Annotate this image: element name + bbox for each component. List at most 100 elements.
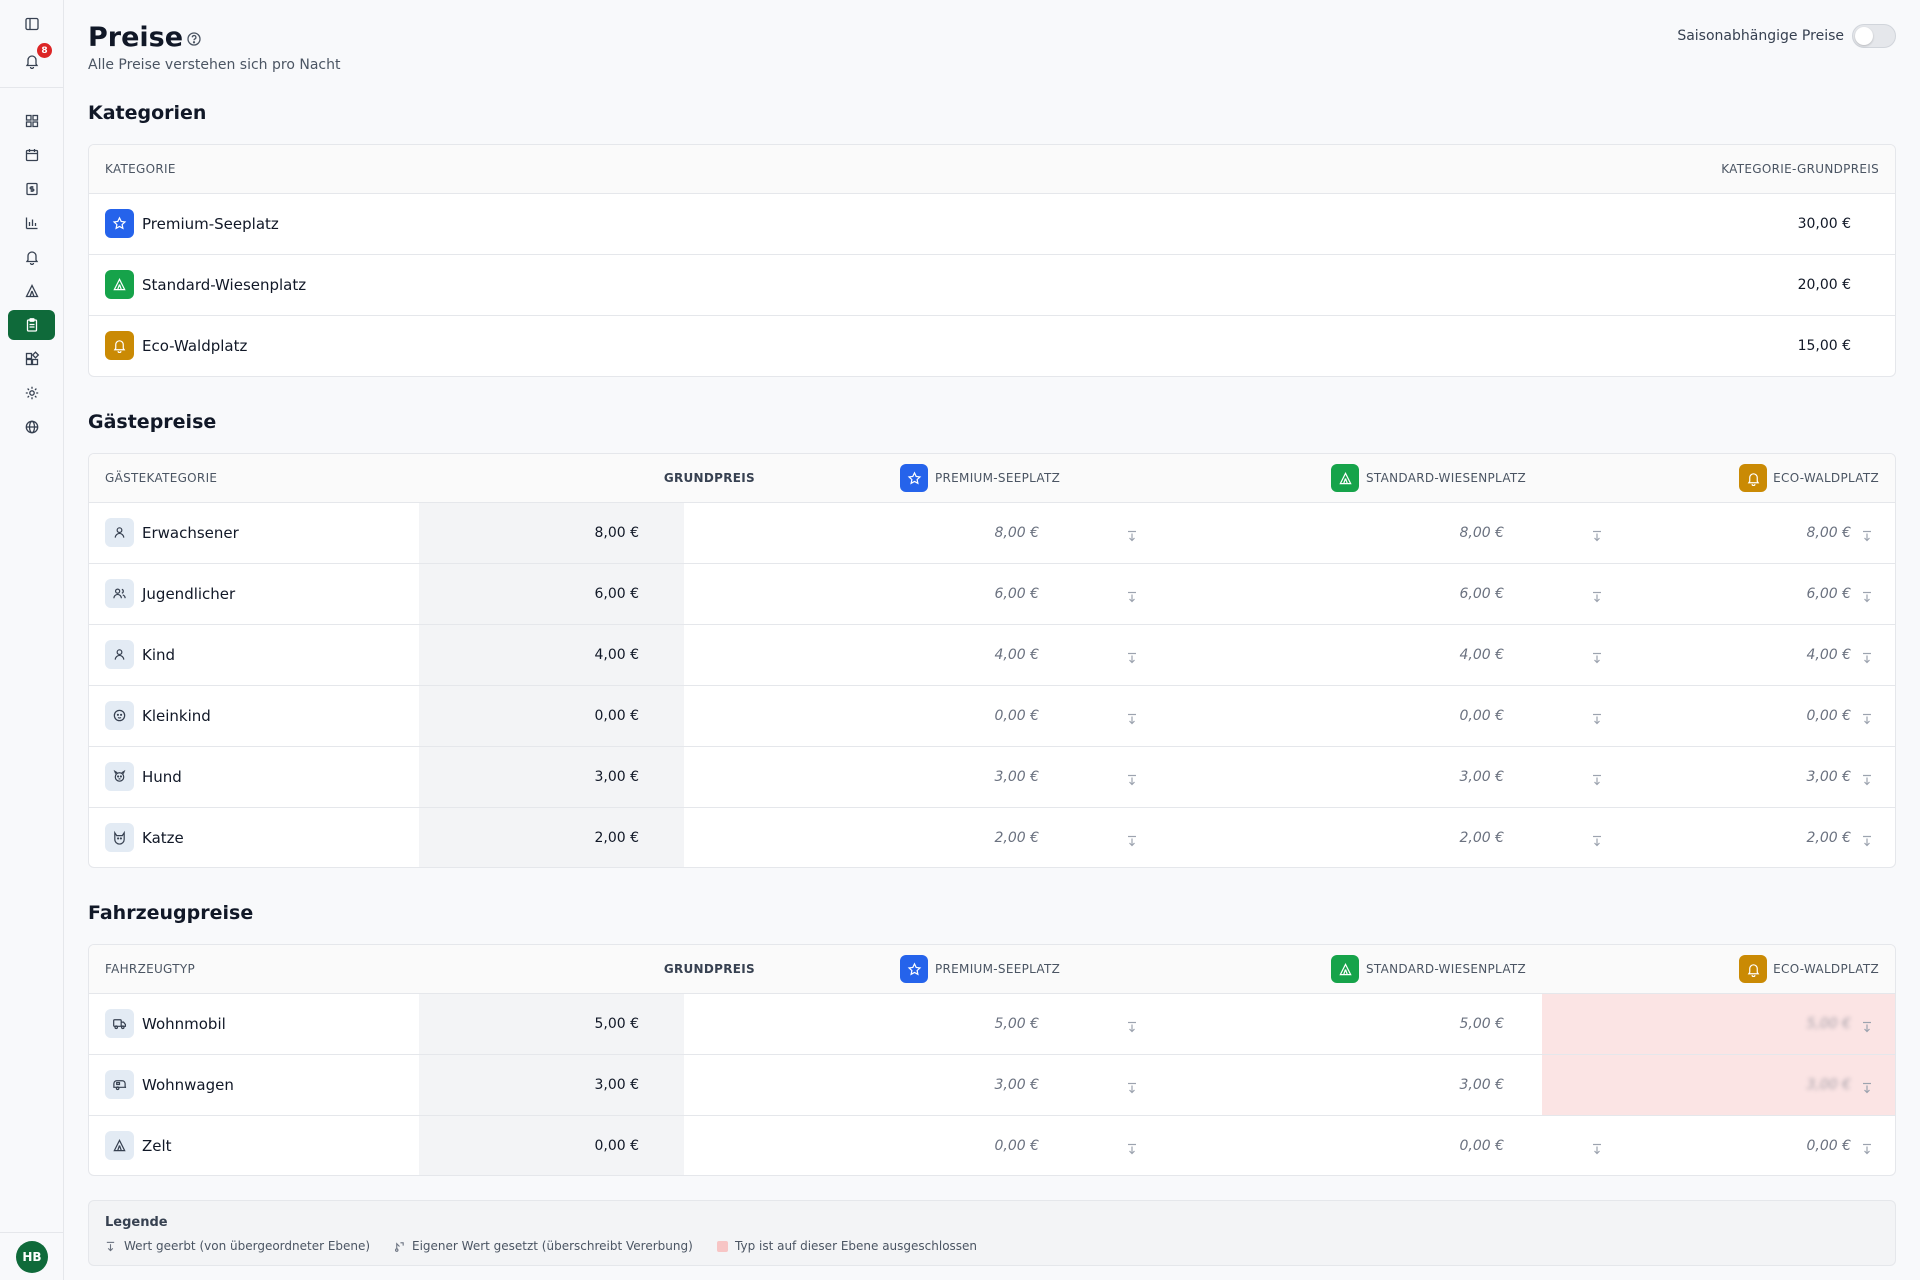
inherited-icon <box>1126 1140 1138 1155</box>
inherited-icon <box>1861 832 1873 847</box>
sidebar-item-pitches[interactable] <box>8 276 55 306</box>
table-row[interactable]: Premium-Seeplatz 30,00 € <box>89 193 1895 254</box>
bell-icon <box>105 331 134 360</box>
base-price-cell[interactable]: 6,00 € <box>419 564 684 624</box>
table-header: FAHRZEUGTYP GRUNDPREIS PREMIUM-SEEPLATZ … <box>89 945 1895 993</box>
premium-price-value[interactable]: 0,00 € <box>994 686 1039 746</box>
premium-price-value[interactable]: 0,00 € <box>994 1116 1039 1175</box>
sidebar-item-calendar[interactable] <box>8 140 55 170</box>
standard-price-value[interactable]: 3,00 € <box>1459 1055 1504 1115</box>
premium-price-value[interactable]: 3,00 € <box>994 1055 1039 1115</box>
table-row[interactable]: Wohnwagen 3,00 € 3,00 € 3,00 € 3,00 € <box>89 1054 1895 1115</box>
base-price-value[interactable]: 3,00 € <box>594 747 639 807</box>
standard-price-value[interactable]: 6,00 € <box>1459 564 1504 624</box>
eco-price-value[interactable]: 8,00 € <box>1806 503 1851 563</box>
tent-icon <box>1331 955 1359 983</box>
eco-price-value[interactable]: 2,00 € <box>1806 808 1851 867</box>
base-price-cell[interactable]: 3,00 € <box>419 747 684 807</box>
premium-price-value[interactable]: 4,00 € <box>994 625 1039 685</box>
standard-price-value[interactable]: 4,00 € <box>1459 625 1504 685</box>
base-price-value[interactable]: 6,00 € <box>594 564 639 624</box>
category-price[interactable]: 20,00 € <box>1798 255 1851 315</box>
table-row[interactable]: Wohnmobil 5,00 € 5,00 € 5,00 € 5,00 € <box>89 993 1895 1054</box>
base-price-value[interactable]: 0,00 € <box>594 686 639 746</box>
guest-prices-table: GÄSTEKATEGORIE GRUNDPREIS PREMIUM-SEEPLA… <box>88 453 1896 868</box>
sidebar-item-language[interactable] <box>8 412 55 442</box>
row-name: Erwachsener <box>142 524 239 542</box>
row-name: Kleinkind <box>142 707 211 725</box>
base-price-value[interactable]: 8,00 € <box>594 503 639 563</box>
avatar[interactable]: HB <box>16 1241 48 1273</box>
standard-price-value[interactable]: 2,00 € <box>1459 808 1504 867</box>
column-header-eco: ECO-WALDPLATZ <box>1773 962 1879 976</box>
base-price-value[interactable]: 4,00 € <box>594 625 639 685</box>
page-subtitle: Alle Preise verstehen sich pro Nacht <box>88 57 341 73</box>
table-row[interactable]: Jugendlicher 6,00 € 6,00 € 6,00 € 6,00 € <box>89 563 1895 624</box>
base-price-cell[interactable]: 0,00 € <box>419 686 684 746</box>
sidebar-item-dashboard[interactable] <box>8 106 55 136</box>
base-price-cell[interactable]: 4,00 € <box>419 625 684 685</box>
row-name: Katze <box>142 829 184 847</box>
inherited-icon <box>1591 1140 1603 1155</box>
eco-price-value[interactable]: 0,00 € <box>1806 686 1851 746</box>
table-row[interactable]: Erwachsener 8,00 € 8,00 € 8,00 € 8,00 € <box>89 502 1895 563</box>
category-price[interactable]: 30,00 € <box>1798 194 1851 254</box>
table-header: KATEGORIE KATEGORIE-GRUNDPREIS <box>89 145 1895 193</box>
base-price-value[interactable]: 2,00 € <box>594 808 639 867</box>
category-price[interactable]: 15,00 € <box>1798 316 1851 376</box>
premium-price-value[interactable]: 3,00 € <box>994 747 1039 807</box>
standard-price-value[interactable]: 8,00 € <box>1459 503 1504 563</box>
base-price-value[interactable]: 0,00 € <box>594 1116 639 1175</box>
sidebar-item-alerts[interactable] <box>8 242 55 272</box>
tent-icon <box>105 270 134 299</box>
sidebar-item-reports[interactable] <box>8 208 55 238</box>
base-price-cell[interactable]: 3,00 € <box>419 1055 684 1115</box>
help-icon[interactable] <box>186 31 202 47</box>
category-name: Eco-Waldplatz <box>142 337 248 355</box>
base-price-cell[interactable]: 5,00 € <box>419 994 684 1054</box>
invoice-icon <box>25 182 38 196</box>
standard-price-value[interactable]: 5,00 € <box>1459 994 1504 1054</box>
sidebar-item-settings[interactable] <box>8 378 55 408</box>
row-name: Wohnmobil <box>142 1015 226 1033</box>
inherited-icon <box>106 1241 115 1252</box>
sidebar-item-modules[interactable] <box>8 344 55 374</box>
sidebar-item-prices[interactable] <box>8 310 55 340</box>
eco-price-value[interactable]: 0,00 € <box>1806 1116 1851 1175</box>
standard-price-value[interactable]: 0,00 € <box>1459 1116 1504 1175</box>
table-row[interactable]: Standard-Wiesenplatz 20,00 € <box>89 254 1895 315</box>
base-price-cell[interactable]: 0,00 € <box>419 1116 684 1175</box>
standard-price-value[interactable]: 3,00 € <box>1459 747 1504 807</box>
excluded-cell[interactable]: 5,00 € <box>1542 994 1895 1054</box>
premium-price-value[interactable]: 8,00 € <box>994 503 1039 563</box>
table-row[interactable]: Zelt 0,00 € 0,00 € 0,00 € 0,00 € <box>89 1115 1895 1175</box>
base-price-cell[interactable]: 8,00 € <box>419 503 684 563</box>
legend: Legende Wert geerbt (von übergeordneter … <box>88 1200 1896 1266</box>
premium-price-value[interactable]: 6,00 € <box>994 564 1039 624</box>
eco-price-value: 3,00 € <box>1806 1077 1851 1093</box>
table-row[interactable]: Hund 3,00 € 3,00 € 3,00 € 3,00 € <box>89 746 1895 807</box>
base-price-value[interactable]: 5,00 € <box>594 994 639 1054</box>
premium-price-value[interactable]: 2,00 € <box>994 808 1039 867</box>
eco-price-value[interactable]: 4,00 € <box>1806 625 1851 685</box>
standard-price-value[interactable]: 0,00 € <box>1459 686 1504 746</box>
category-name: Standard-Wiesenplatz <box>142 276 307 294</box>
sidebar-toggle-icon <box>24 17 39 31</box>
modules-icon <box>25 351 39 366</box>
base-price-value[interactable]: 3,00 € <box>594 1055 639 1115</box>
table-row[interactable]: Katze 2,00 € 2,00 € 2,00 € 2,00 € <box>89 807 1895 867</box>
excluded-swatch <box>717 1241 728 1252</box>
column-header-base-price: GRUNDPREIS <box>663 471 755 485</box>
base-price-cell[interactable]: 2,00 € <box>419 808 684 867</box>
premium-price-value[interactable]: 5,00 € <box>994 994 1039 1054</box>
table-row[interactable]: Kind 4,00 € 4,00 € 4,00 € 4,00 € <box>89 624 1895 685</box>
table-row[interactable]: Eco-Waldplatz 15,00 € <box>89 315 1895 376</box>
eco-price-value[interactable]: 3,00 € <box>1806 747 1851 807</box>
excluded-cell[interactable]: 3,00 € <box>1542 1055 1895 1115</box>
seasonal-prices-toggle[interactable] <box>1852 24 1896 48</box>
sidebar-item-invoices[interactable] <box>8 174 55 204</box>
table-row[interactable]: Kleinkind 0,00 € 0,00 € 0,00 € 0,00 € <box>89 685 1895 746</box>
sidebar-toggle-button[interactable] <box>8 9 55 39</box>
eco-price-value[interactable]: 6,00 € <box>1806 564 1851 624</box>
legend-title: Legende <box>105 1215 168 1230</box>
